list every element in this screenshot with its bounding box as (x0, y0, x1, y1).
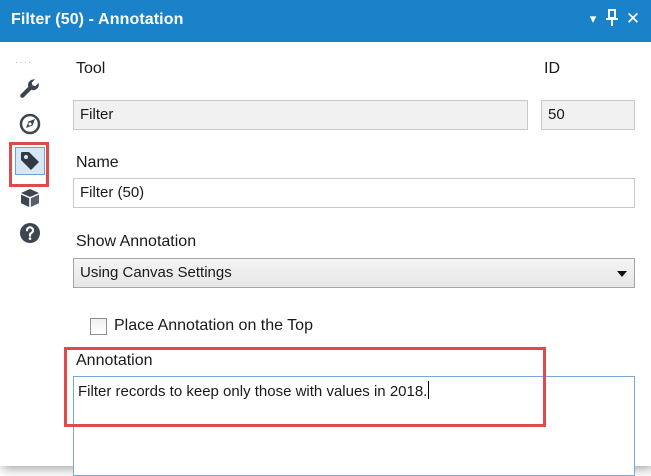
layout-tab[interactable] (14, 109, 46, 139)
form-area: Tool Filter ID 50 Name Filter (50) Show … (58, 42, 651, 476)
chevron-down-icon (617, 271, 627, 277)
name-input[interactable]: Filter (50) (73, 178, 635, 208)
annotation-text: Filter records to keep only those with v… (78, 383, 428, 400)
compass-icon (19, 113, 41, 135)
settings-rail: ···· (0, 42, 58, 466)
name-label: Name (76, 154, 119, 171)
help-icon (20, 223, 40, 243)
id-field: 50 (541, 100, 635, 130)
close-icon[interactable]: ✕ (624, 9, 642, 29)
wrench-icon (20, 79, 39, 98)
dropdown-menu-icon[interactable]: ▾ (584, 9, 602, 29)
annotation-label: Annotation (76, 352, 153, 369)
place-top-label[interactable]: Place Annotation on the Top (114, 317, 313, 335)
tool-field: Filter (73, 100, 528, 130)
show-annotation-label: Show Annotation (76, 233, 197, 250)
show-annotation-value: Using Canvas Settings (80, 264, 232, 281)
tag-icon (21, 152, 39, 170)
place-top-checkbox[interactable] (90, 318, 107, 335)
annotation-tab[interactable] (15, 147, 45, 175)
tool-label: Tool (76, 60, 106, 77)
metainfo-tab[interactable] (14, 183, 46, 213)
annotation-textarea[interactable]: Filter records to keep only those with v… (73, 376, 635, 476)
configuration-tab[interactable] (14, 74, 46, 104)
box-icon (21, 189, 39, 207)
rail-grip: ···· (15, 57, 33, 68)
help-tab[interactable] (14, 218, 46, 248)
id-label: ID (544, 60, 560, 77)
panel-title: Filter (50) - Annotation (11, 11, 184, 28)
text-caret (428, 381, 430, 399)
show-annotation-select[interactable]: Using Canvas Settings (73, 258, 635, 288)
annotation-panel: Filter (50) - Annotation ▾ ✕ ···· Tool F… (0, 0, 651, 476)
panel-titlebar: Filter (50) - Annotation ▾ ✕ (0, 0, 651, 42)
pin-icon[interactable] (603, 9, 621, 33)
